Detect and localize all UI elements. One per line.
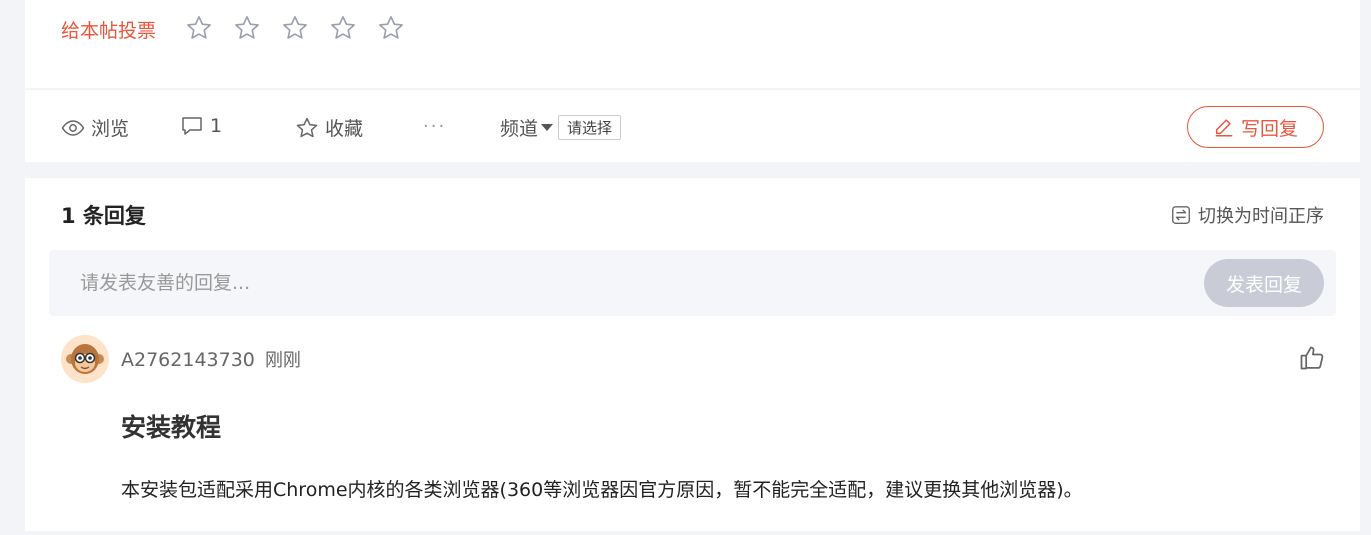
eye-icon xyxy=(61,119,85,136)
monkey-avatar-icon xyxy=(61,335,109,383)
channel-selector[interactable]: 频道 请选择 xyxy=(500,114,622,141)
reply-body: 本安装包适配采用Chrome内核的各类浏览器(360等浏览器因官方原因，暂不能完… xyxy=(121,479,1083,501)
favorite-button[interactable]: 收藏 xyxy=(295,114,363,141)
star-outline-icon xyxy=(296,117,318,137)
thumbs-up-icon[interactable] xyxy=(1298,344,1326,372)
more-options-icon[interactable]: ··· xyxy=(423,116,446,137)
edit-pen-icon xyxy=(1215,119,1233,137)
reply-count: 1 条回复 xyxy=(61,204,146,228)
favorite-label: 收藏 xyxy=(325,118,364,140)
avatar[interactable] xyxy=(61,335,109,383)
star-icon[interactable] xyxy=(281,13,329,43)
reply-author: A2762143730 刚刚 xyxy=(121,346,301,372)
view-button[interactable]: 浏览 xyxy=(61,114,129,141)
write-reply-button[interactable]: 写回复 xyxy=(1187,106,1324,148)
sort-icon xyxy=(1172,206,1190,224)
comment-button[interactable]: 1 xyxy=(180,114,222,138)
sort-toggle-button[interactable]: 切换为时间正序 xyxy=(1170,202,1324,228)
star-icon[interactable] xyxy=(185,13,233,43)
submit-reply-label: 发表回复 xyxy=(1225,273,1302,296)
star-rating[interactable] xyxy=(185,13,425,43)
caret-down-icon xyxy=(541,124,554,131)
action-bar: 浏览 1 收藏 ··· 频道 请选择 写回复 xyxy=(25,90,1360,162)
star-icon[interactable] xyxy=(233,13,281,43)
reply-time: 刚刚 xyxy=(264,350,301,371)
author-name[interactable]: A2762143730 xyxy=(121,349,255,371)
comment-count: 1 xyxy=(210,115,223,137)
star-icon[interactable] xyxy=(329,13,377,43)
channel-label: 频道 xyxy=(500,118,539,140)
replies-section: 1 条回复 切换为时间正序 发表回复 A2762143730 刚刚 安装教程 本… xyxy=(25,178,1360,531)
reply-title: 安装教程 xyxy=(121,413,222,442)
write-reply-label: 写回复 xyxy=(1240,117,1298,140)
star-icon[interactable] xyxy=(377,13,425,43)
reply-input-box: 发表回复 xyxy=(49,250,1336,316)
view-label: 浏览 xyxy=(91,118,130,140)
submit-reply-button[interactable]: 发表回复 xyxy=(1204,259,1324,307)
comment-icon xyxy=(182,117,202,135)
reply-input[interactable] xyxy=(49,250,1189,316)
channel-select[interactable]: 请选择 xyxy=(558,115,622,140)
vote-label: 给本帖投票 xyxy=(61,20,157,42)
sort-toggle-label: 切换为时间正序 xyxy=(1198,206,1324,227)
vote-section: 给本帖投票 xyxy=(25,0,1360,88)
